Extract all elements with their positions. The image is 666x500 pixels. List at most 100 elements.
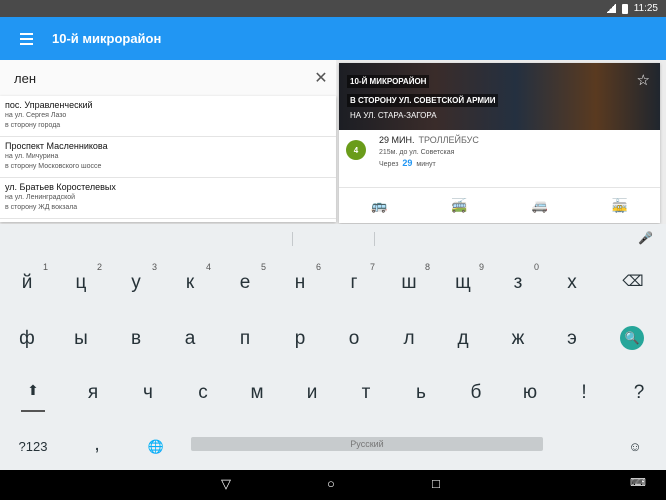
stop-title: 10-Й МИКРОРАЙОН [347, 75, 430, 88]
signal-icon [605, 4, 616, 13]
key[interactable]: 0з [491, 260, 545, 308]
microphone-icon[interactable]: 🎤 [638, 231, 653, 245]
keyboard-row-3: ⬆ я ч с м и т ь б ю ! ? [0, 370, 666, 418]
search-action-key[interactable]: 🔍 [620, 326, 644, 350]
key[interactable]: 7г [327, 260, 381, 308]
search-input[interactable]: лен [14, 71, 306, 86]
symbols-key[interactable]: ?123 [6, 422, 60, 470]
suggestion-list: пос. Управленческий на ул. Сергея Лазо в… [0, 96, 336, 222]
suggestion-direction: в сторону ЖД вокзала [5, 204, 78, 211]
keyboard-row-2: ф ы в а п р о л д ж э 🔍 [0, 316, 666, 364]
arrival-eta: 29 МИН. ТРОЛЛЕЙБУС [379, 135, 660, 145]
key[interactable]: 6н [273, 260, 327, 308]
emoji-key[interactable]: ☺ [608, 422, 662, 470]
screen: 11:25 10-й микрорайон лен ✕ пос. Управле… [0, 0, 666, 500]
key[interactable]: р [273, 316, 327, 364]
key[interactable]: ф [0, 316, 54, 364]
on-screen-keyboard: 🎤 1й 2ц 3у 4к 5е 6н 7г 8ш 9щ 0з х ⌫ ф ы … [0, 224, 666, 470]
key[interactable]: ю [503, 370, 557, 418]
status-time: 11:25 [633, 3, 658, 14]
key[interactable]: 5е [218, 260, 272, 308]
suggestion-name: Проспект Масленникова [5, 141, 108, 151]
via-prefix: Через [379, 161, 399, 168]
minibus-icon[interactable]: 🚐 [532, 198, 548, 214]
eta-value: 29 МИН. [379, 135, 415, 145]
arrival-info[interactable]: 4 29 МИН. ТРОЛЛЕЙБУС 215м. до ул. Советск… [339, 130, 660, 187]
key[interactable]: я [66, 370, 120, 418]
keyboard-row-4: ?123 , 🌐 Русский ☺ [0, 422, 666, 470]
suggestion-item[interactable]: пос. Управленческий на ул. Сергея Лазо в… [0, 96, 336, 137]
key[interactable]: о [327, 316, 381, 364]
star-icon[interactable]: ☆ [637, 71, 650, 89]
key[interactable]: ж [491, 316, 545, 364]
recents-icon[interactable]: □ [432, 476, 440, 491]
key[interactable]: 4к [163, 260, 217, 308]
search-bar[interactable]: лен ✕ [0, 60, 336, 96]
key[interactable]: э [545, 316, 599, 364]
key[interactable]: б [449, 370, 503, 418]
key[interactable]: в [109, 316, 163, 364]
key[interactable]: 2ц [54, 260, 108, 308]
key[interactable]: ? [612, 370, 666, 418]
stop-direction: В СТОРОНУ УЛ. СОВЕТСКОЙ АРМИИ [347, 94, 499, 107]
space-key[interactable]: Русский [191, 437, 543, 451]
key[interactable]: ч [121, 370, 175, 418]
key[interactable]: ы [54, 316, 108, 364]
suggestion-direction: в сторону Московского шоссе [5, 163, 102, 170]
key[interactable]: с [176, 370, 230, 418]
trolleybus-icon[interactable]: 🚎 [451, 198, 467, 214]
key[interactable]: 9щ [436, 260, 490, 308]
home-icon[interactable]: ○ [327, 476, 335, 491]
key[interactable]: ! [557, 370, 611, 418]
bus-icon[interactable]: 🚌 [371, 198, 387, 214]
route-badge: 4 [346, 140, 366, 160]
tram-icon[interactable]: 🚋 [612, 198, 628, 214]
globe-icon: 🌐 [147, 439, 165, 454]
key[interactable]: и [285, 370, 339, 418]
stop-street: НА УЛ. СТАРА-ЗАГОРА [350, 111, 437, 120]
key[interactable]: л [382, 316, 436, 364]
key[interactable]: 1й [0, 260, 54, 308]
divider [374, 232, 375, 246]
back-icon[interactable]: ▽ [221, 476, 231, 492]
key[interactable]: а [163, 316, 217, 364]
transport-type: ТРОЛЛЕЙБУС [418, 135, 479, 145]
menu-icon[interactable] [0, 17, 52, 60]
battery-icon [621, 3, 628, 14]
app-bar: 10-й микрорайон [0, 17, 666, 60]
via-suffix: минут [416, 161, 436, 168]
suggestion-street: на ул. Мичурина [5, 153, 59, 160]
comma-key[interactable]: , [70, 422, 124, 470]
key[interactable]: ь [394, 370, 448, 418]
suggestion-item[interactable]: ул. Братьев Коростелевых на ул. Ленингра… [0, 178, 336, 219]
key[interactable]: 8ш [382, 260, 436, 308]
shift-indicator [21, 410, 45, 412]
clear-icon[interactable]: ✕ [306, 68, 336, 88]
stop-card[interactable]: 10-Й МИКРОРАЙОН В СТОРОНУ УЛ. СОВЕТСКОЙ … [339, 63, 660, 223]
key[interactable]: д [436, 316, 490, 364]
key[interactable]: м [230, 370, 284, 418]
shift-icon: ⬆ [27, 382, 39, 398]
search-icon: 🔍 [624, 331, 640, 345]
key[interactable]: т [339, 370, 393, 418]
suggestion-name: пос. Управленческий [5, 100, 93, 110]
via-text: Через 29 минут [379, 158, 660, 168]
app-title: 10-й микрорайон [52, 31, 162, 46]
suggestion-street: на ул. Сергея Лазо [5, 112, 67, 119]
divider [292, 232, 293, 246]
suggestion-direction: в сторону города [5, 122, 61, 129]
suggestion-item[interactable]: Проспект Масленникова на ул. Мичурина в … [0, 137, 336, 178]
backspace-key[interactable]: ⌫ [606, 260, 660, 308]
key[interactable]: 3у [109, 260, 163, 308]
key[interactable]: х [545, 260, 599, 308]
stop-card-header: 10-Й МИКРОРАЙОН В СТОРОНУ УЛ. СОВЕТСКОЙ … [339, 63, 660, 130]
key[interactable]: п [218, 316, 272, 364]
transport-filter-bar: 🚌 🚎 🚐 🚋 [339, 187, 660, 223]
emoji-icon: ☺ [628, 439, 642, 454]
keyboard-row-1: 1й 2ц 3у 4к 5е 6н 7г 8ш 9щ 0з х ⌫ [0, 260, 666, 308]
status-bar: 11:25 [0, 0, 666, 17]
suggestion-street: на ул. Ленинградской [5, 194, 76, 201]
suggestion-strip: 🎤 [0, 224, 666, 254]
keyboard-icon[interactable]: ⌨ [630, 476, 646, 489]
language-key[interactable]: 🌐 [129, 422, 183, 470]
